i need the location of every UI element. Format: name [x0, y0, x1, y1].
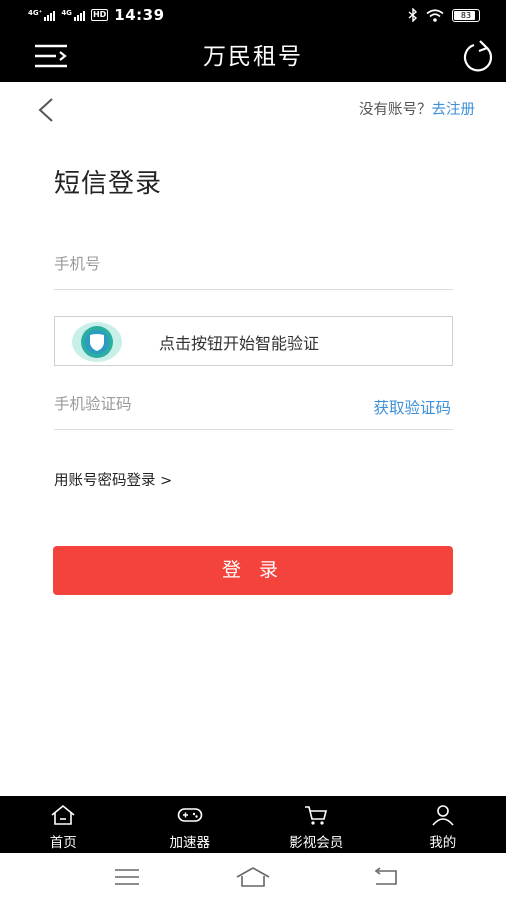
account-password-login-link[interactable]: 用账号密码登录 >	[54, 469, 172, 490]
nav-item-home[interactable]: 首页	[0, 796, 127, 853]
hd-badge: HD	[90, 9, 109, 21]
nav-item-mine[interactable]: 我的	[380, 796, 506, 853]
recent-apps-icon[interactable]	[107, 865, 147, 889]
nav-label: 加速器	[169, 835, 211, 851]
register-link[interactable]: 去注册	[432, 102, 476, 118]
gamepad-icon	[177, 808, 203, 822]
signal-icon-2: 4G	[61, 9, 85, 21]
back-icon[interactable]	[34, 96, 58, 124]
nav-item-accelerator[interactable]: 加速器	[127, 796, 254, 853]
refresh-icon[interactable]	[460, 39, 496, 75]
register-row: 没有账号？去注册	[359, 98, 475, 119]
clock: 14:39	[114, 6, 165, 24]
verify-text: 点击按钮开始智能验证	[159, 334, 320, 353]
sms-code-input[interactable]	[54, 384, 334, 424]
no-account-text: 没有账号？	[359, 102, 432, 118]
code-field-row: 获取验证码	[54, 384, 453, 430]
status-right: 83	[408, 8, 480, 22]
wifi-icon	[426, 8, 444, 22]
bluetooth-icon	[408, 8, 418, 22]
bottom-nav: 首页 加速器 影视会员 我的	[0, 796, 506, 853]
signal-icon: 4G⁺	[28, 9, 56, 21]
back-nav-icon[interactable]	[366, 865, 406, 889]
user-icon	[432, 805, 454, 826]
nav-label: 我的	[429, 835, 457, 851]
phone-field-row	[54, 244, 453, 290]
shield-icon	[72, 322, 122, 362]
battery-level: 83	[460, 10, 472, 20]
sim1-label: 4G⁺	[28, 9, 43, 17]
nav-label: 影视会员	[289, 835, 344, 851]
battery-icon: 83	[452, 8, 480, 22]
status-bar: 4G⁺ 4G HD 14:39 83	[0, 0, 506, 30]
phone-input[interactable]	[54, 244, 334, 284]
cart-icon	[305, 806, 328, 825]
home-nav-icon[interactable]	[233, 865, 273, 889]
nav-label: 首页	[49, 835, 77, 851]
sim2-label: 4G	[61, 9, 72, 17]
app-header: 万民租号	[0, 30, 506, 82]
get-code-button[interactable]: 获取验证码	[373, 396, 451, 418]
status-left: 4G⁺ 4G HD 14:39	[28, 6, 165, 24]
smart-verify-button[interactable]: 点击按钮开始智能验证	[54, 316, 453, 366]
login-button[interactable]: 登 录	[53, 546, 453, 595]
nav-item-vip[interactable]: 影视会员	[253, 796, 380, 853]
home-icon	[51, 804, 75, 825]
app-title: 万民租号	[203, 44, 303, 70]
system-nav-bar	[0, 853, 506, 900]
page-title: 短信登录	[54, 169, 163, 199]
